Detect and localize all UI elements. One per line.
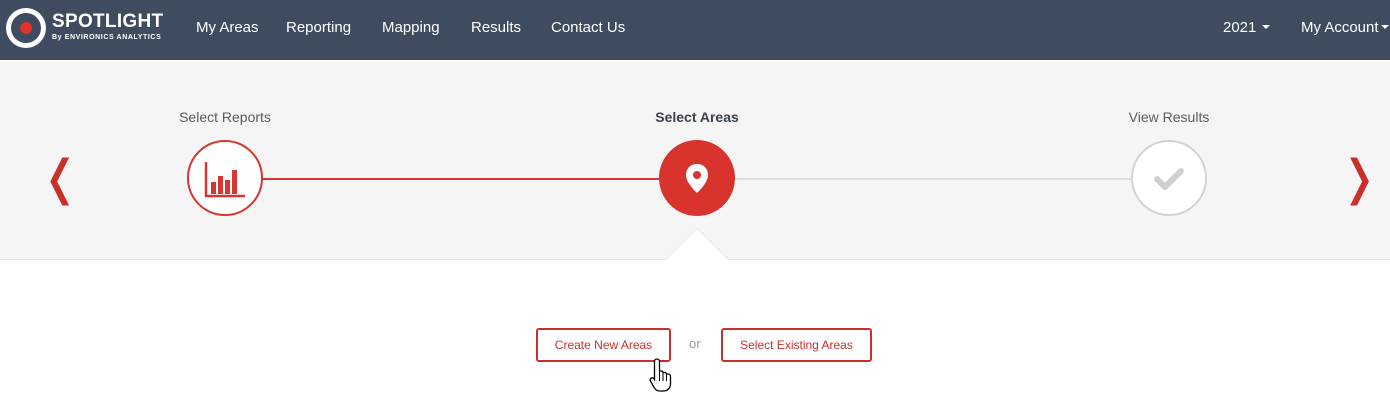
- or-separator: or: [689, 336, 701, 351]
- caret-down-icon: [1380, 25, 1389, 30]
- nav-mapping[interactable]: Mapping: [382, 19, 440, 36]
- panel-notch: [666, 229, 728, 260]
- nav-results[interactable]: Results: [471, 19, 521, 36]
- select-existing-areas-button[interactable]: Select Existing Areas: [721, 328, 872, 362]
- account-label: My Account: [1301, 19, 1379, 36]
- bar-chart-icon: [204, 162, 245, 198]
- checkmark-icon: [1154, 168, 1184, 190]
- next-arrow-icon[interactable]: ❭: [1339, 154, 1379, 202]
- year-dropdown[interactable]: 2021: [1223, 19, 1271, 36]
- top-navbar: SPOTLIGHT By ENVIRONICS ANALYTICS My Are…: [0, 0, 1390, 60]
- step-select-reports[interactable]: [187, 140, 263, 216]
- brand-subtitle: By ENVIRONICS ANALYTICS: [52, 34, 162, 41]
- brand-title[interactable]: SPOTLIGHT: [52, 11, 163, 33]
- step-label-select-areas[interactable]: Select Areas: [655, 109, 739, 125]
- progress-line-completed: [263, 178, 659, 180]
- nav-my-areas[interactable]: My Areas: [196, 19, 259, 36]
- hand-cursor-icon: [649, 358, 672, 392]
- prev-arrow-icon[interactable]: ❬: [40, 154, 80, 202]
- step-label-select-reports[interactable]: Select Reports: [179, 109, 271, 125]
- account-dropdown[interactable]: My Account: [1301, 19, 1389, 36]
- year-label: 2021: [1223, 19, 1257, 36]
- nav-contact-us[interactable]: Contact Us: [551, 19, 625, 36]
- nav-reporting[interactable]: Reporting: [286, 19, 351, 36]
- step-view-results[interactable]: [1131, 140, 1207, 216]
- step-select-areas[interactable]: [659, 140, 735, 216]
- progress-line-pending: [735, 178, 1131, 180]
- caret-down-icon: [1262, 25, 1271, 30]
- step-label-view-results[interactable]: View Results: [1129, 109, 1210, 125]
- map-pin-icon: [686, 164, 708, 193]
- spotlight-logo-icon[interactable]: [6, 8, 46, 48]
